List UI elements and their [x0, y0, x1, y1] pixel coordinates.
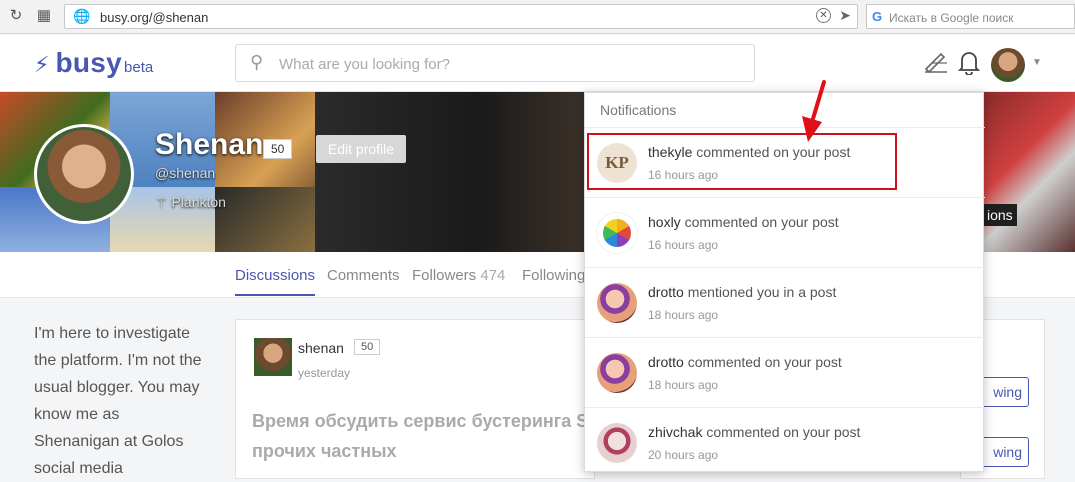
notification-avatar[interactable]: KP [597, 143, 637, 183]
notification-text: drotto commented on your post [648, 354, 842, 370]
notification-item[interactable]: hoxly commented on your post 16 hours ag… [585, 197, 985, 267]
google-search-box[interactable]: G Искать в Google поиск [866, 4, 1075, 29]
bolt-icon: ⚡︎ [34, 52, 50, 77]
search-icon: ⚲ [250, 52, 264, 72]
notification-action: commented on your post [684, 214, 839, 230]
notifications-title: Notifications [600, 102, 677, 118]
send-icon[interactable]: ➤ [839, 7, 851, 24]
tab-followers[interactable]: Followers 474 [412, 267, 505, 284]
notification-user[interactable]: thekyle [648, 144, 692, 160]
rank-label: Plankton [171, 194, 226, 210]
tab-followers-label: Followers [412, 267, 477, 284]
user-avatar[interactable] [991, 48, 1025, 82]
notification-text: drotto mentioned you in a post [648, 284, 836, 300]
notification-avatar[interactable] [597, 283, 637, 323]
notification-time: 16 hours ago [648, 168, 719, 182]
profile-handle: @shenan [155, 165, 216, 181]
busy-logo[interactable]: ⚡︎ busy beta [34, 47, 153, 79]
google-search-placeholder: Искать в Google поиск [889, 11, 1014, 25]
follow-button-2[interactable]: wing [981, 437, 1029, 467]
url-text[interactable]: busy.org/@shenan [100, 10, 208, 25]
notification-user[interactable]: drotto [648, 284, 684, 300]
notification-item[interactable]: drotto mentioned you in a post 18 hours … [585, 267, 985, 337]
notification-text: hoxly commented on your post [648, 214, 839, 230]
notification-time: 20 hours ago [648, 448, 719, 462]
follow-button-1[interactable]: wing [981, 377, 1029, 407]
notifications-dropdown: Notifications KP thekyle commented on yo… [584, 92, 985, 472]
tab-following[interactable]: Following [522, 267, 585, 284]
google-icon: G [872, 9, 883, 24]
notification-item[interactable]: zhivchak commented on your post 20 hours… [585, 407, 985, 477]
notification-action: mentioned you in a post [687, 284, 837, 300]
search-placeholder: What are you looking for? [279, 56, 450, 73]
write-post-icon[interactable] [923, 49, 949, 79]
notification-user[interactable]: zhivchak [648, 424, 702, 440]
globe-icon: 🌐 [73, 8, 91, 24]
notification-time: 18 hours ago [648, 308, 719, 322]
profile-bio: I'm here to investigate the platform. I'… [34, 325, 202, 477]
notification-time: 16 hours ago [648, 238, 719, 252]
chevron-down-icon[interactable]: ▼ [1032, 57, 1042, 68]
bell-icon[interactable] [957, 49, 981, 81]
profile-rank: ⚚ Plankton [155, 194, 226, 211]
notification-user[interactable]: drotto [648, 354, 684, 370]
notification-item[interactable]: drotto commented on your post 18 hours a… [585, 337, 985, 407]
logo-beta: beta [124, 59, 154, 76]
tab-discussions[interactable]: Discussions [235, 267, 316, 296]
notification-action: commented on your post [696, 144, 851, 160]
notification-time: 18 hours ago [648, 378, 719, 392]
logo-text: busy [55, 47, 123, 78]
post-author[interactable]: shenan [298, 340, 344, 356]
edit-profile-button[interactable]: Edit profile [316, 135, 406, 163]
post-title[interactable]: Время обсудить сервис бустеринга St проч… [252, 406, 612, 466]
search-input[interactable]: ⚲ What are you looking for? [235, 44, 755, 82]
notification-avatar[interactable] [597, 213, 637, 253]
notification-avatar[interactable] [597, 353, 637, 393]
notification-action: commented on your post [687, 354, 842, 370]
reputation-badge: 50 [263, 139, 293, 159]
tab-comments[interactable]: Comments [327, 267, 400, 284]
followers-count: 474 [480, 267, 506, 284]
profile-avatar [34, 124, 134, 224]
address-bar[interactable]: 🌐 busy.org/@shenan ✕ ➤ [64, 4, 858, 29]
clear-icon[interactable]: ✕ [816, 8, 831, 23]
notification-text: zhivchak commented on your post [648, 424, 860, 440]
post-time: yesterday [298, 366, 351, 380]
rank-icon: ⚚ [155, 194, 168, 210]
site-header: ⚡︎ busy beta ⚲ What are you looking for?… [0, 35, 1075, 92]
notification-text: thekyle commented on your post [648, 144, 850, 160]
apps-grid-icon[interactable]: ▦ [34, 6, 54, 26]
cover-button-cutoff[interactable]: ions [983, 204, 1017, 226]
notification-avatar[interactable] [597, 423, 637, 463]
post-author-avatar[interactable] [254, 338, 292, 376]
notification-item[interactable]: KP thekyle commented on your post 16 hou… [585, 127, 985, 197]
reload-icon[interactable]: ↻ [6, 6, 26, 26]
post-card[interactable]: shenan 50 yesterday Время обсудить серви… [235, 319, 595, 479]
notification-user[interactable]: hoxly [648, 214, 681, 230]
profile-name: Shenan [155, 128, 264, 161]
notification-action: commented on your post [706, 424, 861, 440]
browser-toolbar: ↻ ▦ 🌐 busy.org/@shenan ✕ ➤ G Искать в Go… [0, 0, 1075, 34]
post-author-reputation: 50 [354, 339, 381, 355]
